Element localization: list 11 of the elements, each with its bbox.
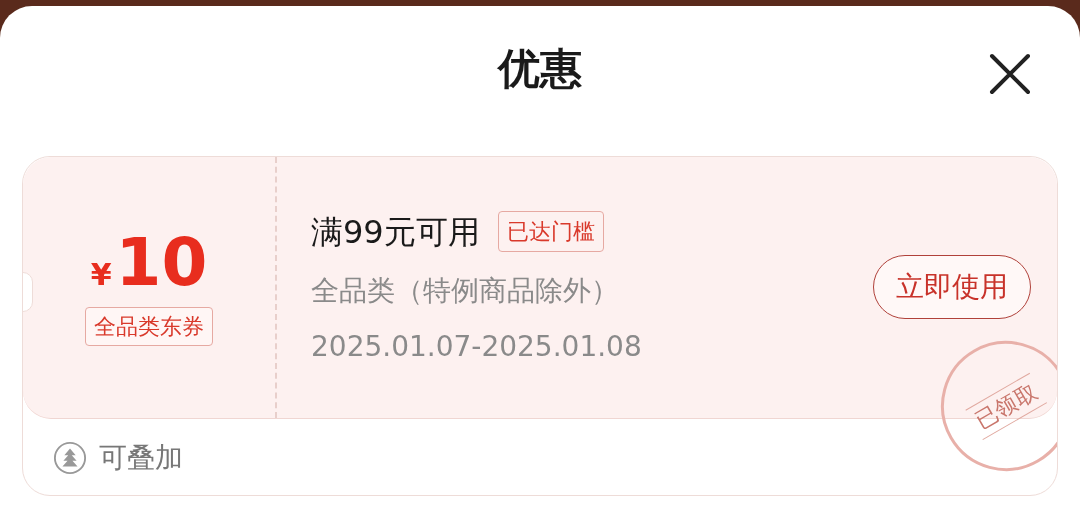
stack-icon (53, 441, 87, 475)
coupon-type-tag: 全品类东券 (85, 306, 213, 346)
stackable-label: 可叠加 (99, 440, 183, 476)
currency-symbol: ¥ (90, 255, 112, 294)
coupon-scope: 全品类（特例商品除外） (311, 272, 620, 309)
validity-dates: 2025.01.07-2025.01.08 (311, 328, 643, 365)
dialog-title: 优惠 (498, 48, 582, 90)
use-now-button[interactable]: 立即使用 (873, 255, 1031, 319)
coupon-condition: 满99元可用 (311, 211, 480, 253)
coupon-amount: 10 (115, 229, 208, 296)
threshold-tag: 已达门槛 (497, 211, 604, 252)
